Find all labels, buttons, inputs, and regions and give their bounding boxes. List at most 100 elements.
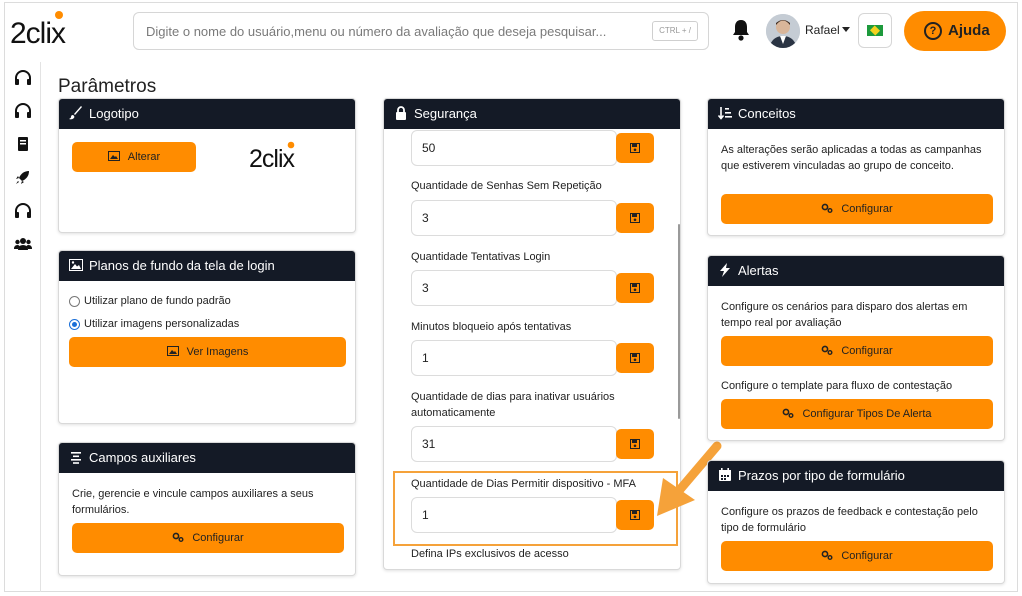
campos-configurar-label: Configurar [192, 532, 244, 544]
ips-exclusivos-label: Defina IPs exclusivos de acesso [411, 548, 569, 560]
minutos-bloqueio-label: Minutos bloqueio após tentativas [411, 321, 572, 333]
conceitos-card-header: Conceitos [708, 99, 1004, 129]
headset-icon[interactable] [14, 70, 32, 86]
search-input[interactable] [146, 21, 626, 41]
book-icon[interactable] [14, 136, 32, 152]
headset-icon[interactable] [14, 203, 32, 219]
conceitos-description: As alterações serão aplicadas a todas as… [721, 144, 982, 172]
image-icon [166, 346, 179, 356]
alertas-card-header: Alertas [708, 256, 1004, 286]
seguranca-card-header: Segurança [384, 99, 680, 129]
svg-text:2clix: 2clix [249, 145, 296, 173]
configurar-tipos-alerta-label: Configurar Tipos De Alerta [802, 408, 932, 420]
alertas-configurar-button[interactable]: Configurar [721, 336, 993, 366]
option-default-label: Utilizar plano de fundo padrão [84, 295, 231, 307]
gears-icon [783, 408, 794, 418]
rocket-icon[interactable] [14, 170, 32, 186]
logotipo-card-header: Logotipo [59, 99, 355, 129]
alterar-label: Alterar [127, 151, 161, 163]
chevron-down-icon[interactable] [842, 27, 850, 32]
brush-icon [69, 106, 82, 120]
alertas-configurar-label: Configurar [841, 345, 893, 357]
planos-title: Planos de fundo da tela de login [89, 258, 275, 273]
gears-icon [172, 532, 184, 542]
alterar-logo-button[interactable]: Alterar [72, 142, 196, 172]
gears-icon [821, 203, 833, 213]
campos-description: Crie, gerencie e vincule campos auxiliar… [72, 488, 314, 516]
prazos-card-header: Prazos por tipo de formulário [708, 461, 1004, 491]
align-icon [71, 452, 81, 464]
save-button[interactable] [616, 133, 654, 163]
user-avatar[interactable] [766, 14, 800, 48]
minutos-bloqueio-input[interactable] [411, 340, 617, 376]
help-button[interactable]: ? Ajuda [904, 11, 1006, 51]
campos-title: Campos auxiliares [89, 450, 196, 465]
notifications-bell-icon[interactable] [731, 18, 751, 42]
radio-default-background[interactable] [69, 296, 80, 307]
question-icon: ? [924, 22, 942, 40]
language-selector[interactable] [858, 13, 892, 48]
ver-imagens-button[interactable]: Ver Imagens [69, 337, 346, 367]
gears-icon [821, 345, 833, 355]
prazos-configurar-label: Configurar [841, 550, 893, 562]
image-icon [107, 151, 120, 161]
bolt-icon [720, 263, 730, 277]
headset-icon[interactable] [14, 103, 32, 119]
save-icon [630, 439, 640, 449]
save-icon [630, 353, 640, 363]
tentativas-login-label: Quantidade Tentativas Login [411, 251, 551, 263]
lock-icon [396, 106, 406, 120]
sort-icon [718, 107, 732, 120]
gears-icon [821, 550, 833, 560]
prazos-title: Prazos por tipo de formulário [738, 468, 905, 483]
senhas-sem-repeticao-label: Quantidade de Senhas Sem Repetição [411, 180, 602, 192]
image-icon [69, 259, 83, 271]
user-name[interactable]: Rafael [805, 23, 840, 37]
configurar-tipos-alerta-button[interactable]: Configurar Tipos De Alerta [721, 399, 993, 429]
option-custom-label: Utilizar imagens personalizadas [84, 318, 240, 330]
highlight-box [393, 471, 678, 546]
radio-custom-images[interactable] [69, 319, 80, 330]
prazos-card: Prazos por tipo de formulário Configure … [707, 460, 1005, 584]
alertas-card: Alertas Configure os cenários para dispa… [707, 255, 1005, 441]
calendar-icon [719, 468, 731, 481]
seguranca-field-input[interactable] [411, 130, 617, 166]
conceitos-configurar-label: Configurar [841, 203, 893, 215]
save-button[interactable] [616, 429, 654, 459]
dias-inativar-label: Quantidade de dias para inativar usuário… [411, 391, 615, 419]
sidebar-divider [40, 62, 41, 592]
prazos-configurar-button[interactable]: Configurar [721, 541, 993, 571]
save-button[interactable] [616, 343, 654, 373]
conceitos-configurar-button[interactable]: Configurar [721, 194, 993, 224]
page-title: Parâmetros [58, 76, 157, 97]
senhas-sem-repeticao-input[interactable] [411, 200, 617, 236]
conceitos-title: Conceitos [738, 106, 796, 121]
app-logo[interactable]: 2clix [10, 10, 82, 50]
planos-fundo-card: Planos de fundo da tela de login Utiliza… [58, 250, 356, 424]
seguranca-scrollbar[interactable] [678, 224, 680, 419]
prazos-description: Configure os prazos de feedback e contes… [721, 506, 978, 534]
help-label: Ajuda [948, 22, 990, 39]
save-button[interactable] [616, 203, 654, 233]
alertas-title: Alertas [738, 263, 779, 278]
brazil-flag-icon [867, 25, 883, 36]
svg-text:2clix: 2clix [10, 17, 66, 50]
users-icon[interactable] [14, 236, 32, 252]
dias-inativar-input[interactable] [411, 426, 617, 462]
search-shortcut-hint: CTRL + / [652, 21, 698, 41]
alertas-description: Configure os cenários para disparo dos a… [721, 301, 968, 329]
logo-preview: 2clix [249, 141, 297, 173]
planos-card-header: Planos de fundo da tela de login [59, 251, 355, 281]
logotipo-card: Logotipo Alterar 2clix [58, 98, 356, 233]
save-icon [630, 283, 640, 293]
contestacao-description: Configure o template para fluxo de conte… [721, 380, 953, 392]
global-search[interactable]: CTRL + / [133, 12, 709, 50]
ver-imagens-label: Ver Imagens [186, 346, 249, 358]
save-button[interactable] [616, 273, 654, 303]
save-icon [630, 213, 640, 223]
tentativas-login-input[interactable] [411, 270, 617, 306]
save-icon [630, 143, 640, 153]
logotipo-title: Logotipo [89, 106, 139, 121]
campos-configurar-button[interactable]: Configurar [72, 523, 344, 553]
conceitos-card: Conceitos As alterações serão aplicadas … [707, 98, 1005, 236]
